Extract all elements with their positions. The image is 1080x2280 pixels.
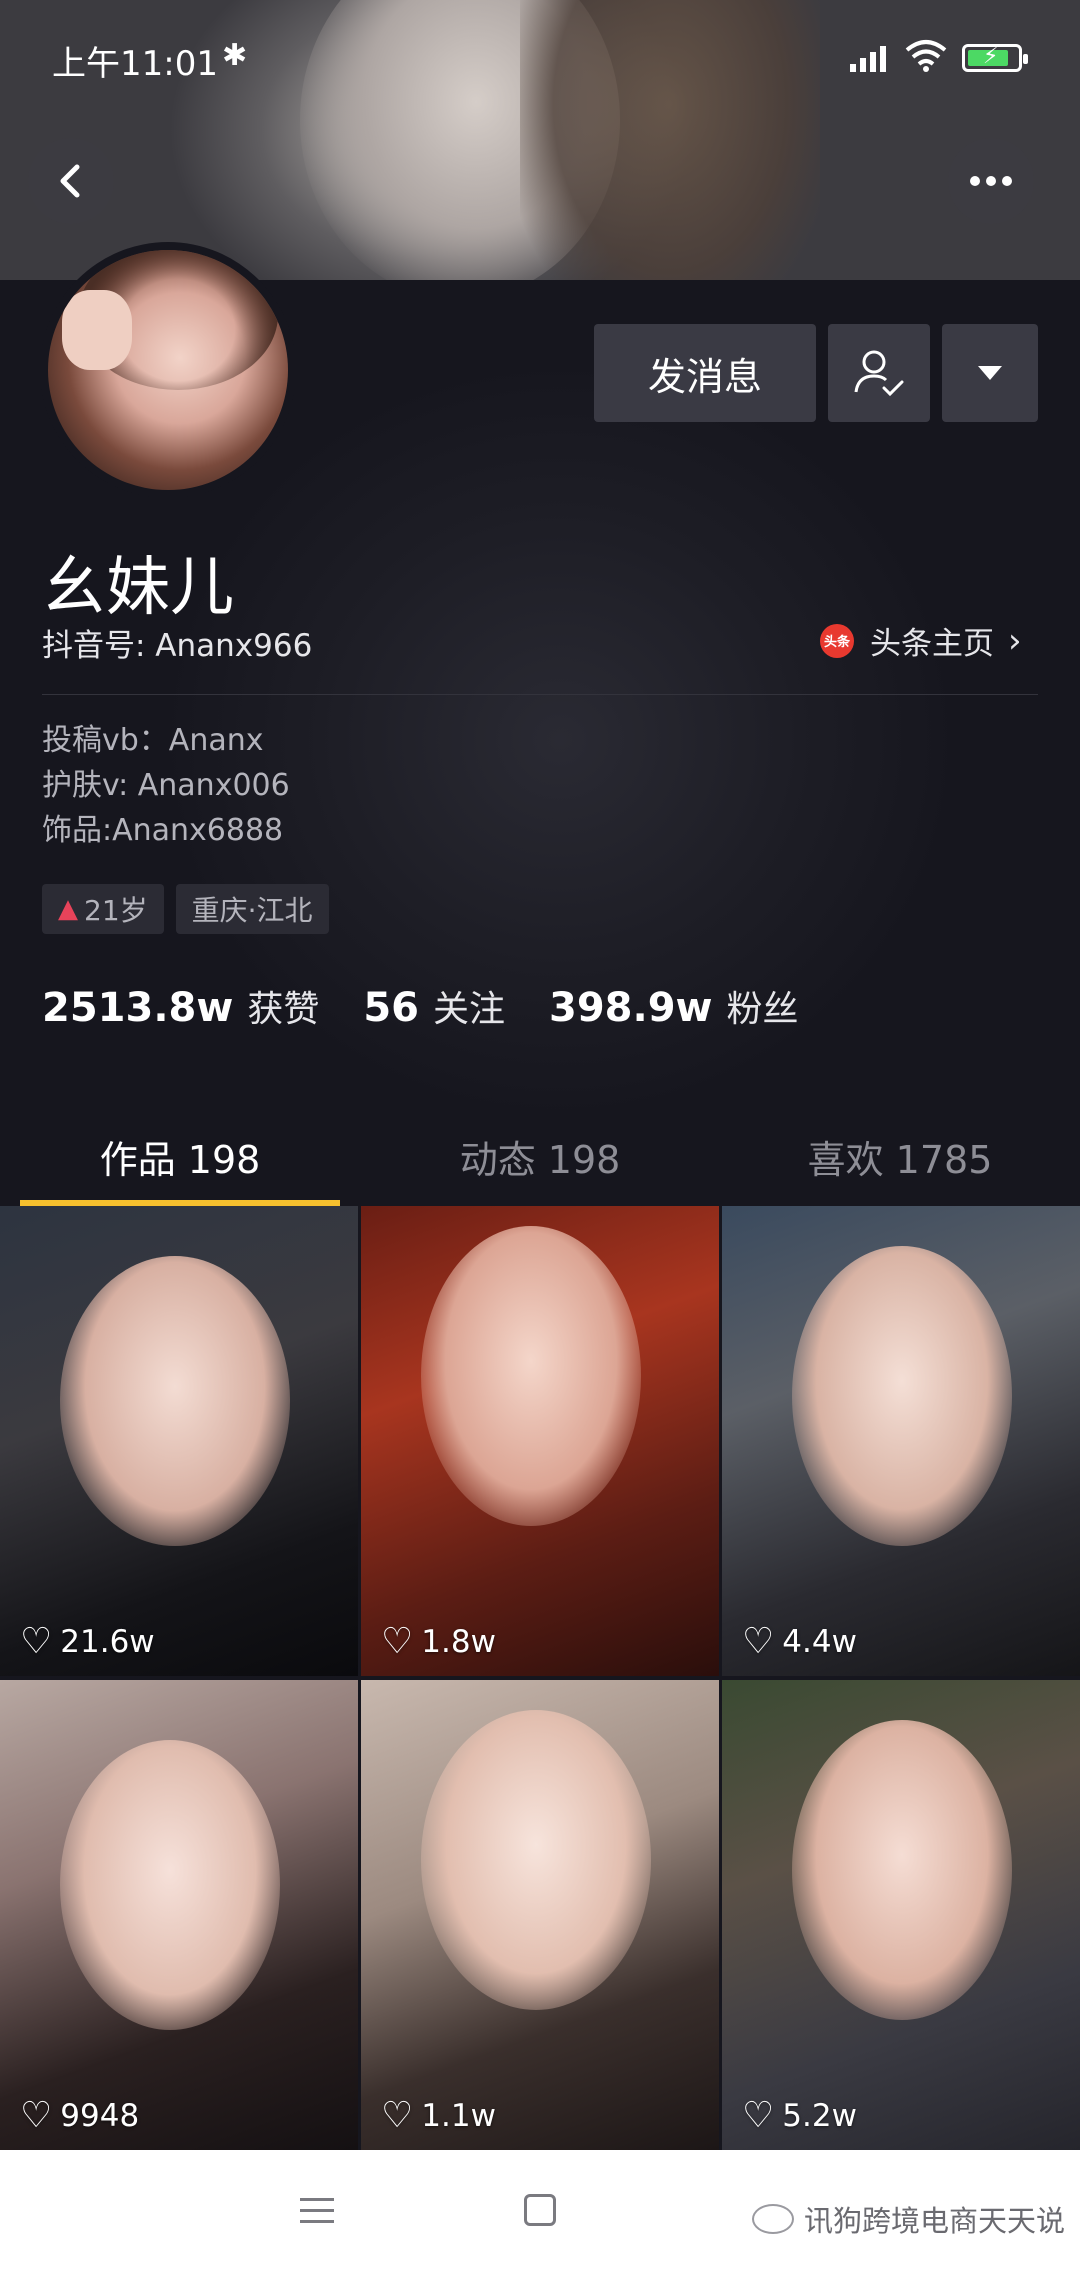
like-count: ♡ 4.4w bbox=[742, 1621, 857, 1662]
bio-line: 投稿vb：Ananx bbox=[42, 723, 264, 758]
stat-value: 56 bbox=[363, 985, 419, 1031]
following-button[interactable] bbox=[828, 324, 930, 422]
square-home-icon[interactable] bbox=[524, 2194, 556, 2226]
profile-stats: 2513.8w 获赞 56 关注 398.9w 粉丝 bbox=[42, 980, 843, 1032]
heart-icon: ♡ bbox=[742, 2095, 775, 2136]
wifi-icon bbox=[905, 38, 947, 72]
toutiao-homepage-link[interactable]: 头条 头条主页 › bbox=[820, 618, 1022, 663]
more-horizontal-icon bbox=[970, 176, 1012, 186]
heart-icon: ♡ bbox=[20, 2095, 53, 2136]
chevron-left-icon bbox=[60, 164, 80, 198]
avatar-image bbox=[48, 250, 288, 490]
send-message-button[interactable]: 发消息 bbox=[594, 324, 816, 422]
user-check-icon bbox=[854, 350, 904, 397]
profile-tags: ▲ 21岁 重庆·江北 bbox=[42, 884, 329, 934]
status-bar: 上午11:01 ✱ ⚡ bbox=[0, 0, 1080, 110]
like-count: ♡ 9948 bbox=[20, 2095, 140, 2136]
video-thumbnail[interactable]: ♡ 1.8w bbox=[361, 1206, 719, 1676]
chevron-right-icon: › bbox=[1008, 620, 1022, 661]
heart-icon: ♡ bbox=[381, 2095, 414, 2136]
back-button[interactable] bbox=[28, 138, 114, 224]
following-stat[interactable]: 56 关注 bbox=[363, 980, 505, 1032]
bio-line: 饰品:Ananx6888 bbox=[42, 813, 284, 848]
watermark-text: 讯狗跨境电商天天说 bbox=[804, 2204, 1066, 2238]
more-button[interactable] bbox=[948, 138, 1034, 224]
battery-charging-icon: ⚡ bbox=[962, 44, 1028, 72]
divider bbox=[42, 694, 1038, 695]
heart-icon: ♡ bbox=[20, 1621, 53, 1662]
content-tabs: 作品 198 动态 198 喜欢 1785 bbox=[0, 1106, 1080, 1206]
like-count: ♡ 21.6w bbox=[20, 1621, 155, 1662]
heart-icon: ♡ bbox=[742, 1621, 775, 1662]
location-tag: 重庆·江北 bbox=[175, 884, 329, 934]
toutiao-logo-icon: 头条 bbox=[820, 623, 854, 658]
menu-icon[interactable] bbox=[300, 2196, 334, 2226]
triangle-down-icon bbox=[978, 366, 1002, 380]
bio: 投稿vb：Ananx 护肤v: Ananx006 饰品:Ananx6888 bbox=[42, 718, 290, 853]
person-icon: ▲ bbox=[58, 894, 78, 924]
profile-name: 幺妹儿 bbox=[42, 551, 234, 625]
more-actions-dropdown[interactable] bbox=[942, 324, 1038, 422]
likes-stat: 2513.8w 获赞 bbox=[42, 980, 319, 1032]
avatar[interactable] bbox=[40, 242, 296, 498]
followers-stat[interactable]: 398.9w 粉丝 bbox=[549, 980, 799, 1032]
video-thumbnail[interactable]: ♡ 1.1w bbox=[361, 1680, 719, 2150]
status-time: 上午11:01 bbox=[52, 44, 218, 84]
stat-value: 398.9w bbox=[549, 985, 713, 1031]
stat-label: 获赞 bbox=[247, 989, 320, 1030]
video-grid: ♡ 21.6w ♡ 1.8w ♡ 4.4w ♡ 9948 ♡ 1.1w ♡ 5.2w bbox=[0, 1206, 1080, 2150]
stat-value: 2513.8w bbox=[42, 985, 234, 1031]
stat-label: 粉丝 bbox=[726, 989, 799, 1030]
heart-icon: ♡ bbox=[381, 1621, 414, 1662]
tab-dynamics[interactable]: 动态 198 bbox=[360, 1106, 720, 1206]
signal-icon bbox=[850, 44, 886, 72]
watermark: 讯狗跨境电商天天说 bbox=[752, 2198, 1065, 2240]
toutiao-label: 头条主页 bbox=[870, 626, 994, 662]
bluetooth-icon: ✱ bbox=[222, 38, 248, 73]
age-tag: ▲ 21岁 bbox=[42, 884, 164, 934]
like-count: ♡ 5.2w bbox=[742, 2095, 857, 2136]
like-count: ♡ 1.1w bbox=[381, 2095, 496, 2136]
like-count: ♡ 1.8w bbox=[381, 1621, 496, 1662]
video-thumbnail[interactable]: ♡ 9948 bbox=[0, 1680, 358, 2150]
system-navbar: 讯狗跨境电商天天说 bbox=[0, 2150, 1080, 2280]
video-thumbnail[interactable]: ♡ 21.6w bbox=[0, 1206, 358, 1676]
video-thumbnail[interactable]: ♡ 4.4w bbox=[722, 1206, 1080, 1676]
stat-label: 关注 bbox=[433, 989, 506, 1030]
wechat-icon bbox=[752, 2204, 794, 2234]
tab-works[interactable]: 作品 198 bbox=[0, 1106, 360, 1206]
age-value: 21岁 bbox=[84, 894, 148, 927]
douyin-id: 抖音号: Ananx966 bbox=[42, 628, 313, 664]
tab-liked[interactable]: 喜欢 1785 bbox=[720, 1106, 1080, 1206]
video-thumbnail[interactable]: ♡ 5.2w bbox=[722, 1680, 1080, 2150]
bio-line: 护肤v: Ananx006 bbox=[42, 768, 290, 803]
